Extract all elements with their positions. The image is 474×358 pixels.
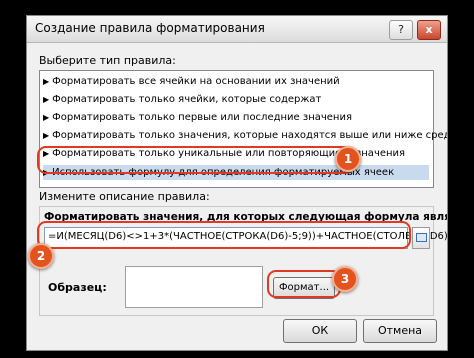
rule-description-group: Форматировать значения, для которых след…: [39, 206, 447, 316]
triangle-right-icon: ▶: [43, 168, 50, 177]
help-button[interactable]: ?: [389, 20, 413, 40]
collapse-dialog-icon: [416, 233, 427, 242]
format-button[interactable]: Формат...: [273, 277, 335, 299]
triangle-right-icon: ▶: [43, 149, 50, 158]
triangle-right-icon: ▶: [43, 131, 50, 140]
formula-input[interactable]: =И(МЕСЯЦ(D6)<>1+3*(ЧАСТНОЕ(СТРОКА(D6)-5;…: [44, 227, 447, 249]
title-bar: Создание правила форматирования ? x: [27, 16, 447, 43]
rule-type-item[interactable]: ▶ Форматировать все ячейки на основании и…: [43, 74, 429, 89]
range-select-button[interactable]: [412, 227, 430, 249]
rule-type-item[interactable]: ▶ Форматировать только ячейки, которые со…: [43, 92, 429, 107]
triangle-right-icon: ▶: [43, 77, 50, 86]
annotation-step-badge: 3: [332, 266, 358, 292]
ok-button[interactable]: ОК: [283, 319, 357, 343]
dialog-title: Создание правила форматирования: [35, 21, 265, 35]
rule-type-item-selected[interactable]: ▶ Использовать формулу для определения фо…: [43, 165, 429, 180]
formula-heading: Форматировать значения, для которых след…: [44, 211, 447, 223]
cancel-button[interactable]: Отмена: [363, 319, 437, 343]
triangle-right-icon: ▶: [43, 113, 50, 122]
triangle-right-icon: ▶: [43, 95, 50, 104]
rule-type-item[interactable]: ▶ Форматировать только первые или последн…: [43, 110, 429, 125]
rule-type-item-label: Форматировать только первые или последни…: [52, 112, 352, 123]
rule-type-item-label: Форматировать только значения, которые н…: [52, 130, 448, 141]
edit-description-label: Измените описание правила:: [39, 190, 210, 203]
rule-type-list: ▶ Форматировать все ячейки на основании и…: [39, 70, 447, 188]
close-button[interactable]: x: [417, 20, 441, 40]
formula-value: =И(МЕСЯЦ(D6)<>1+3*(ЧАСТНОЕ(СТРОКА(D6)-5;…: [48, 231, 448, 242]
annotation-step-badge: 1: [335, 146, 361, 172]
rule-type-item[interactable]: ▶ Форматировать только уникальные или пов…: [43, 146, 429, 161]
sample-label: Образец:: [48, 281, 107, 294]
annotation-step-badge: 2: [28, 243, 54, 269]
rule-type-item-label: Форматировать все ячейки на основании их…: [52, 76, 340, 87]
conditional-format-dialog: Создание правила форматирования ? x Выбе…: [26, 15, 448, 351]
rule-type-item-label: Форматировать только ячейки, которые сод…: [52, 94, 322, 105]
sample-preview: [125, 266, 263, 308]
rule-type-item[interactable]: ▶ Форматировать только значения, которые …: [43, 128, 447, 143]
rule-type-label: Выберите тип правила:: [39, 54, 176, 67]
